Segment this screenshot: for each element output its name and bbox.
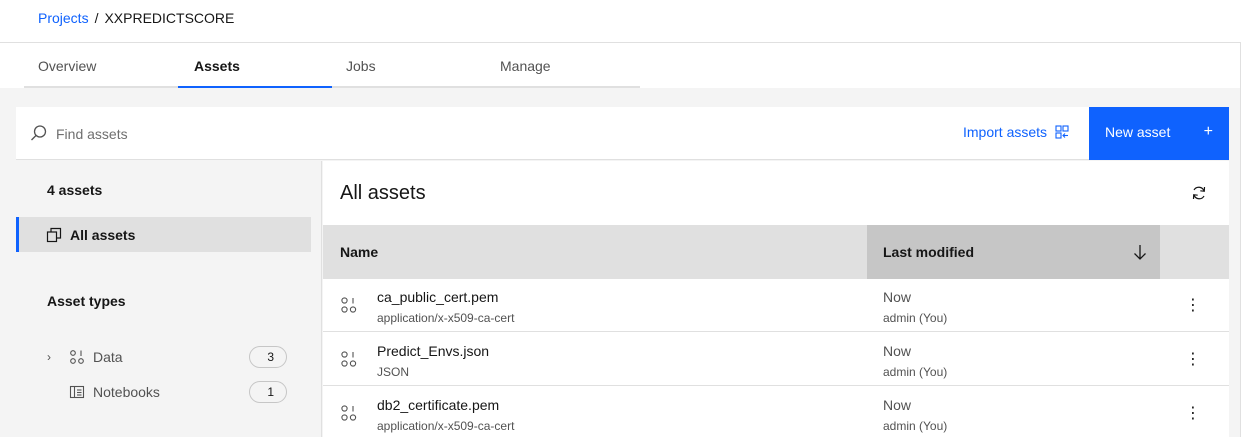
asset-name[interactable]: Predict_Envs.json	[377, 343, 489, 359]
import-assets-link[interactable]: Import assets	[963, 124, 1069, 140]
data-file-icon	[341, 297, 357, 313]
table-header: Name Last modified	[323, 225, 1229, 279]
copy-icon	[46, 227, 62, 242]
sidebar-type-label: Data	[93, 349, 123, 365]
tab-assets[interactable]: Assets	[178, 44, 332, 88]
data-icon	[70, 350, 84, 364]
asset-name[interactable]: ca_public_cert.pem	[377, 289, 498, 305]
data-file-icon	[341, 405, 357, 421]
header-divider	[0, 42, 1240, 43]
column-header-last-modified[interactable]: Last modified	[867, 225, 1160, 279]
asset-types-heading: Asset types	[47, 293, 126, 309]
tab-overview[interactable]: Overview	[24, 44, 178, 88]
modified-by: admin (You)	[883, 419, 948, 433]
breadcrumb-separator: /	[94, 10, 99, 26]
new-asset-label: New asset	[1105, 124, 1171, 140]
new-asset-button[interactable]: New asset +	[1089, 107, 1229, 160]
breadcrumb: Projects / XXPREDICTSCORE	[38, 10, 234, 26]
import-icon	[1055, 125, 1069, 139]
asset-type: application/x-x509-ca-cert	[377, 419, 515, 433]
asset-sidebar: 4 assets All assets Asset types › Data 3	[16, 161, 322, 437]
modified-time: Now	[883, 397, 912, 413]
plus-icon: +	[1203, 123, 1213, 140]
search-icon	[31, 125, 47, 141]
overflow-menu-icon[interactable]: ⋮	[1183, 296, 1203, 316]
assets-main: All assets Name Last modified ca_public_…	[323, 161, 1229, 437]
modified-by: admin (You)	[883, 311, 948, 325]
breadcrumb-current: XXPREDICTSCORE	[104, 10, 235, 26]
asset-count: 4 assets	[47, 182, 103, 198]
tab-bar: Overview Assets Jobs Manage	[24, 44, 640, 88]
asset-type: application/x-x509-ca-cert	[377, 311, 515, 325]
overflow-menu-icon[interactable]: ⋮	[1183, 350, 1203, 370]
sidebar-item-label: All assets	[70, 226, 136, 243]
asset-name[interactable]: db2_certificate.pem	[377, 397, 499, 413]
sidebar-type-label: Notebooks	[93, 384, 160, 400]
search-input[interactable]	[56, 119, 556, 149]
table-row[interactable]: Predict_Envs.json JSON Now admin (You) ⋮	[323, 333, 1229, 386]
asset-type: JSON	[377, 365, 410, 379]
count-badge: 1	[249, 381, 287, 403]
count-badge: 3	[249, 346, 287, 368]
refresh-icon[interactable]	[1191, 185, 1207, 201]
page-title: All assets	[340, 182, 426, 204]
import-assets-label: Import assets	[963, 124, 1048, 140]
modified-time: Now	[883, 289, 912, 305]
arrow-down-icon	[1134, 245, 1146, 260]
column-header-label: Last modified	[883, 244, 975, 260]
breadcrumb-projects-link[interactable]: Projects	[38, 10, 89, 26]
modified-time: Now	[883, 343, 912, 359]
table-row[interactable]: db2_certificate.pem application/x-x509-c…	[323, 387, 1229, 437]
sidebar-item-all-assets[interactable]: All assets	[16, 217, 311, 252]
page-right-border	[1240, 42, 1241, 437]
chevron-right-icon[interactable]: ›	[47, 350, 61, 364]
tab-manage[interactable]: Manage	[486, 44, 640, 88]
assets-toolbar: Import assets New asset +	[16, 107, 1229, 160]
column-header-name[interactable]: Name	[340, 244, 378, 260]
data-file-icon	[341, 351, 357, 367]
modified-by: admin (You)	[883, 365, 948, 379]
table-row[interactable]: ca_public_cert.pem application/x-x509-ca…	[323, 279, 1229, 332]
sidebar-type-data[interactable]: › Data 3	[47, 344, 287, 370]
tab-jobs[interactable]: Jobs	[332, 44, 486, 88]
overflow-menu-icon[interactable]: ⋮	[1183, 404, 1203, 424]
sidebar-type-notebooks[interactable]: Notebooks 1	[47, 379, 287, 405]
assets-panel: Import assets New asset + 4 assets All a…	[0, 88, 1240, 437]
notebook-icon	[69, 385, 85, 399]
